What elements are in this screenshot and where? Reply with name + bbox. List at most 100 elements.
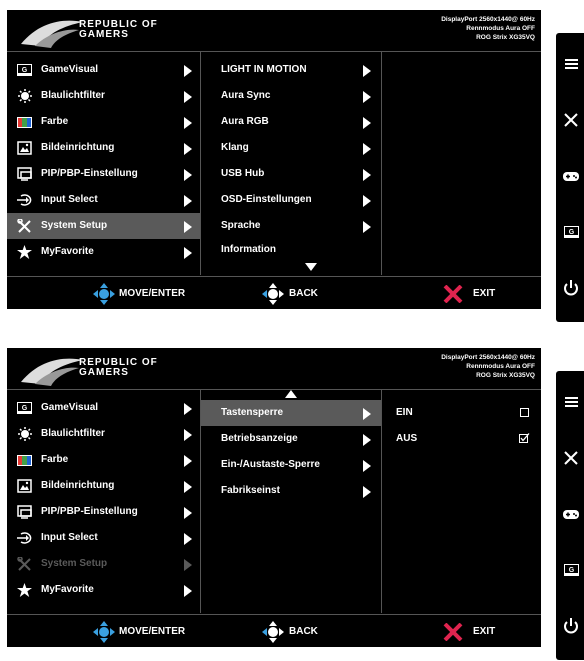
- chevron-right-icon: [184, 91, 192, 103]
- exit-x-icon: [443, 623, 463, 641]
- main-menu-system-setup[interactable]: System Setup: [7, 213, 200, 239]
- chevron-right-icon: [184, 247, 192, 259]
- footer-exit-label: EXIT: [473, 288, 496, 299]
- footer-back-label: BACK: [289, 288, 318, 299]
- main-menu-blaulichtfilter[interactable]: Blaulichtfilter: [7, 83, 200, 109]
- submenu-label: Aura Sync: [221, 90, 271, 101]
- dpad-move-icon: [93, 283, 115, 305]
- chevron-right-icon: [184, 403, 192, 415]
- main-menu-myfavorite[interactable]: MyFavorite: [7, 239, 200, 265]
- checkbox-checked-icon[interactable]: [519, 433, 530, 443]
- main-menu-system-setup[interactable]: System Setup: [7, 551, 200, 577]
- main-menu-pip-pbp[interactable]: PIP/PBP-Einstellung: [7, 499, 200, 525]
- main-menu-farbe[interactable]: Farbe: [7, 109, 200, 135]
- main-menu-label: Blaulichtfilter: [41, 428, 105, 439]
- main-menu: G GameVisual Blaulichtfilter Farbe Bilde…: [7, 52, 201, 275]
- menu-icon[interactable]: [560, 391, 582, 413]
- main-menu-gamevisual[interactable]: G GameVisual: [7, 57, 200, 83]
- svg-text:G: G: [22, 405, 28, 412]
- main-menu-label: Bildeinrichtung: [41, 142, 115, 153]
- submenu-label: Fabrikseinst: [221, 485, 280, 496]
- exit-x-icon: [443, 285, 463, 303]
- close-icon[interactable]: [560, 109, 582, 131]
- gamevisual-icon[interactable]: G: [560, 559, 582, 581]
- main-menu-input-select[interactable]: Input Select: [7, 525, 200, 551]
- gamevisual-icon: G: [17, 64, 32, 76]
- main-menu-blaulichtfilter[interactable]: Blaulichtfilter: [7, 421, 200, 447]
- power-icon[interactable]: [560, 277, 582, 299]
- checkbox-unchecked-icon[interactable]: [520, 408, 529, 417]
- main-menu-label: Blaulichtfilter: [41, 90, 105, 101]
- submenu-item-aura-rgb[interactable]: Aura RGB: [201, 109, 381, 135]
- submenu-item-light-in-motion[interactable]: LIGHT IN MOTION: [201, 57, 381, 83]
- input-icon: [17, 194, 32, 206]
- status-info: DisplayPort 2560x1440@ 60Hz Rennmodus Au…: [441, 15, 535, 42]
- submenu-item-usb-hub[interactable]: USB Hub: [201, 161, 381, 187]
- submenu-label: Aura RGB: [221, 116, 269, 127]
- submenu-item-klang[interactable]: Klang: [201, 135, 381, 161]
- status-model: ROG Strix XG35VQ: [476, 34, 535, 41]
- svg-text:G: G: [22, 67, 28, 74]
- option-aus[interactable]: AUS: [382, 426, 541, 452]
- main-menu-bildeinrichtung[interactable]: Bildeinrichtung: [7, 135, 200, 161]
- scroll-up-icon[interactable]: [285, 390, 297, 398]
- star-icon: [17, 583, 32, 597]
- image-icon: [17, 479, 32, 493]
- submenu-item-osd-einstellungen[interactable]: OSD-Einstellungen: [201, 187, 381, 213]
- close-icon[interactable]: [560, 447, 582, 469]
- chevron-right-icon: [184, 143, 192, 155]
- options-panel: EIN AUS: [382, 390, 541, 613]
- submenu-label: Ein-/Austaste-Sperre: [221, 459, 320, 470]
- bluelight-icon: [18, 427, 32, 441]
- chevron-right-icon: [363, 434, 371, 446]
- main-menu-input-select[interactable]: Input Select: [7, 187, 200, 213]
- chevron-right-icon: [184, 481, 192, 493]
- chevron-right-icon: [363, 460, 371, 472]
- dpad-back-icon: [262, 621, 284, 643]
- status-resolution: DisplayPort 2560x1440@ 60Hz: [441, 354, 535, 361]
- main-menu-label: System Setup: [41, 220, 108, 231]
- submenu-label: Sprache: [221, 220, 261, 231]
- submenu-item-information[interactable]: Information: [201, 237, 381, 263]
- submenu-item-betriebsanzeige[interactable]: Betriebsanzeige: [201, 426, 381, 452]
- main-menu-farbe[interactable]: Farbe: [7, 447, 200, 473]
- submenu-item-fabrikseinst[interactable]: Fabrikseinst: [201, 478, 381, 504]
- submenu-label: USB Hub: [221, 168, 265, 179]
- chevron-right-icon: [363, 486, 371, 498]
- color-icon: [17, 455, 32, 466]
- chevron-right-icon: [184, 221, 192, 233]
- main-menu-pip-pbp[interactable]: PIP/PBP-Einstellung: [7, 161, 200, 187]
- chevron-right-icon: [184, 195, 192, 207]
- brand-name: REPUBLIC OF GAMERS: [79, 20, 158, 40]
- main-menu-label: MyFavorite: [41, 584, 94, 595]
- chevron-right-icon: [184, 65, 192, 77]
- brand-line2: GAMERS: [79, 29, 129, 40]
- gamepad-icon[interactable]: [560, 165, 582, 187]
- power-icon[interactable]: [560, 615, 582, 637]
- main-menu-gamevisual[interactable]: G GameVisual: [7, 395, 200, 421]
- main-menu: G GameVisual Blaulichtfilter Farbe Bilde…: [7, 390, 201, 613]
- monitor-button-rail: G: [556, 371, 584, 660]
- main-menu-bildeinrichtung[interactable]: Bildeinrichtung: [7, 473, 200, 499]
- main-menu-label: GameVisual: [41, 402, 99, 413]
- submenu-item-tastensperre[interactable]: Tastensperre: [201, 400, 381, 426]
- gamevisual-icon[interactable]: G: [560, 221, 582, 243]
- main-menu-label: PIP/PBP-Einstellung: [41, 168, 138, 179]
- submenu-item-aura-sync[interactable]: Aura Sync: [201, 83, 381, 109]
- gamepad-icon[interactable]: [560, 503, 582, 525]
- status-info: DisplayPort 2560x1440@ 60Hz Rennmodus Au…: [441, 353, 535, 380]
- submenu-item-sprache[interactable]: Sprache: [201, 213, 381, 239]
- menu-icon[interactable]: [560, 53, 582, 75]
- main-menu-label: Farbe: [41, 116, 69, 127]
- main-menu-myfavorite[interactable]: MyFavorite: [7, 577, 200, 603]
- submenu-label: Klang: [221, 142, 249, 153]
- bluelight-icon: [18, 89, 32, 103]
- submenu-item-ein-austaste-sperre[interactable]: Ein-/Austaste-Sperre: [201, 452, 381, 478]
- scroll-down-icon[interactable]: [305, 263, 317, 271]
- main-menu-label: MyFavorite: [41, 246, 94, 257]
- option-ein[interactable]: EIN: [382, 400, 541, 426]
- wrench-icon: [17, 557, 31, 571]
- chevron-right-icon: [363, 195, 371, 207]
- main-menu-label: PIP/PBP-Einstellung: [41, 506, 138, 517]
- status-mode: Rennmodus Aura OFF: [466, 25, 535, 32]
